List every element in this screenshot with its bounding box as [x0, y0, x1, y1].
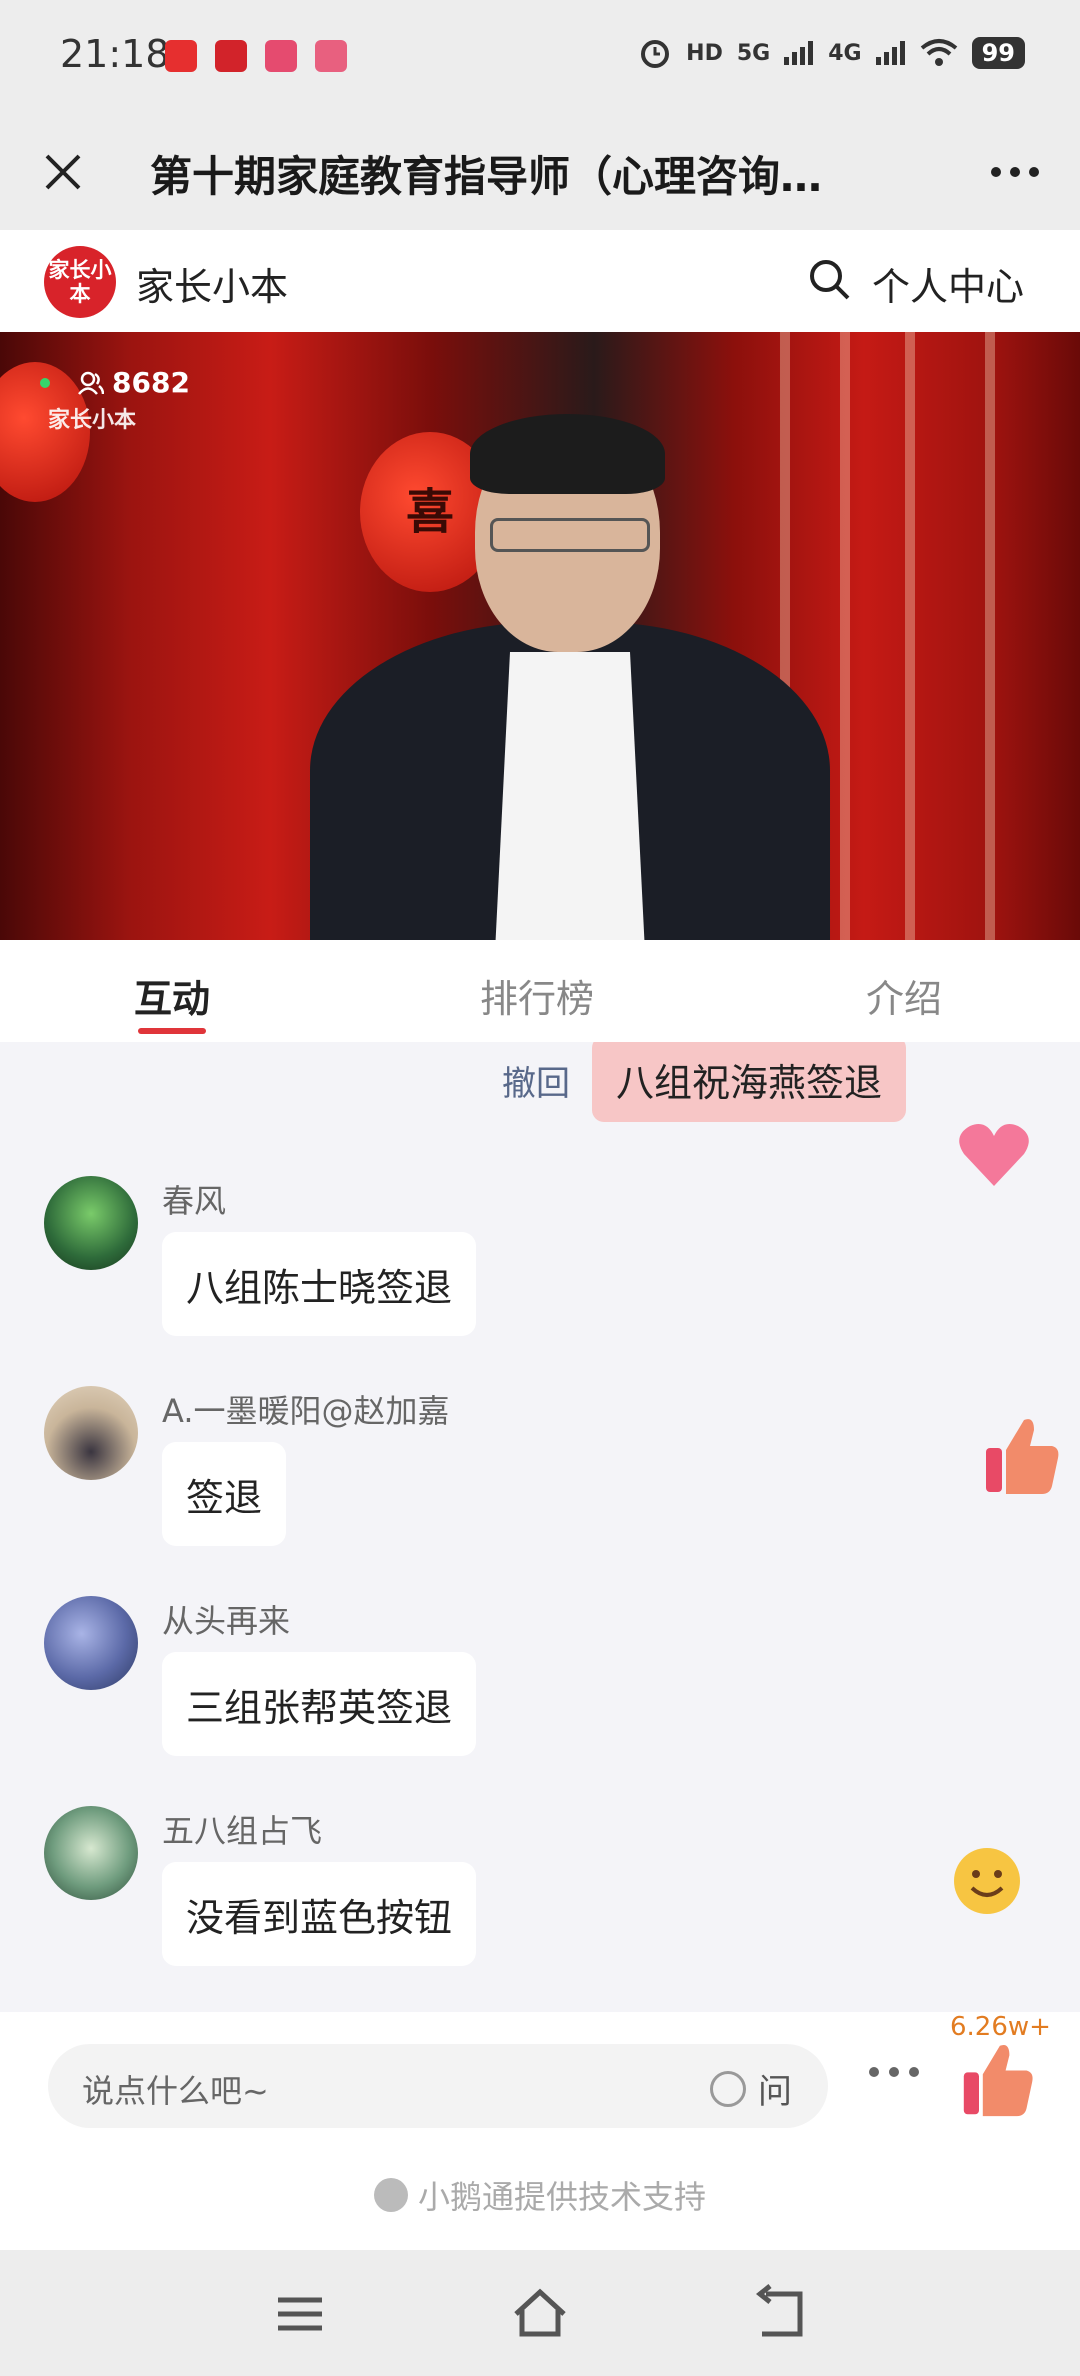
tab-introduction[interactable]: 介绍 [866, 968, 942, 1023]
app-header: 家长小本 家长小本 个人中心 [0, 230, 1080, 332]
viewer-count: 8682 [40, 366, 190, 399]
heart-icon [959, 1123, 1029, 1186]
ask-label: 问 [758, 2072, 792, 2112]
app-notification-icon [165, 40, 197, 72]
message-bubble: 没看到蓝色按钮 [162, 1862, 477, 1966]
radio-circle-icon [710, 2070, 746, 2107]
tab-ranking[interactable]: 排行榜 [480, 968, 594, 1023]
more-actions-icon[interactable] [866, 2062, 922, 2082]
comment-input[interactable]: 说点什么吧~ 问 [48, 2044, 828, 2128]
status-time: 21:18 [60, 32, 170, 76]
search-icon[interactable] [806, 256, 854, 304]
brand-logo[interactable]: 家长小本 [44, 246, 116, 318]
5g-indicator: 5G [736, 40, 771, 66]
avatar[interactable] [44, 1596, 138, 1690]
app-notification-icon [215, 40, 247, 72]
hd-indicator: HD [686, 40, 723, 66]
smile-emoji-icon [954, 1848, 1020, 1914]
like-count: 6.26w+ [950, 2012, 1051, 2042]
app-notification-icon [315, 40, 347, 72]
tech-support-note: 小鹅通提供技术支持 [0, 2172, 1080, 2218]
page-title: 第十期家庭教育指导师（心理咨询… [150, 152, 823, 201]
nickname: 春风 [162, 1182, 227, 1220]
close-icon [45, 154, 81, 190]
avatar[interactable] [44, 1176, 138, 1270]
presenter [310, 414, 830, 940]
alarm-icon [641, 40, 670, 68]
chat-message: A.一墨暖阳@赵加嘉 签退 [0, 1386, 1080, 1586]
chat-message: 从头再来 三组张帮英签退 [0, 1596, 1080, 1796]
chat-list[interactable]: 撤回 八组祝海燕签退 春风 八组陈士晓签退 A.一墨暖阳@赵加嘉 签退 从头再来… [0, 1042, 1080, 2012]
app-notification-icon [265, 40, 297, 72]
video-watermark: 家长小本 [48, 408, 137, 433]
viewers-icon [78, 371, 104, 395]
message-bubble: 签退 [162, 1442, 287, 1546]
thumbs-up-icon [986, 1419, 1059, 1494]
home-icon[interactable] [508, 2282, 572, 2346]
active-tab-indicator [138, 1028, 206, 1034]
chat-footer: 说点什么吧~ 问 6.26w+ 小鹅通提供技术支持 [0, 2012, 1080, 2250]
chat-message: 五八组占飞 没看到蓝色按钮 [0, 1806, 1080, 2006]
system-nav-bar [0, 2250, 1080, 2376]
live-dot [40, 377, 50, 388]
tab-interaction[interactable]: 互动 [134, 968, 210, 1023]
battery-indicator: 99 [971, 37, 1025, 69]
signal-icon [784, 41, 814, 65]
avatar[interactable] [44, 1806, 138, 1900]
avatar[interactable] [44, 1386, 138, 1480]
profile-link[interactable]: 个人中心 [872, 256, 1024, 311]
brand-name[interactable]: 家长小本 [136, 256, 288, 311]
like-button[interactable] [960, 2042, 1036, 2118]
own-message-bubble: 八组祝海燕签退 [592, 1042, 907, 1122]
more-dots-icon [991, 167, 1039, 177]
status-indicators: HD 5G 4G 99 [638, 36, 1025, 70]
chat-message: 春风 八组陈士晓签退 [0, 1176, 1080, 1376]
comment-input-placeholder: 说点什么吧~ [82, 2072, 269, 2110]
recall-button[interactable]: 撤回 [502, 1056, 570, 1105]
xiaoe-logo-icon [373, 2178, 408, 2212]
back-icon[interactable] [748, 2282, 812, 2346]
wifi-icon [920, 39, 957, 66]
message-bubble: 三组张帮英签退 [162, 1652, 477, 1756]
viewer-count-value: 8682 [112, 366, 190, 399]
tab-bar: 互动 排行榜 介绍 [0, 940, 1080, 1042]
status-bar: 21:18 HD 5G 4G 99 [0, 0, 1080, 115]
signal-icon [875, 41, 905, 65]
message-bubble: 八组陈士晓签退 [162, 1232, 477, 1336]
title-bar: 第十期家庭教育指导师（心理咨询… [0, 115, 1080, 230]
nickname: 从头再来 [162, 1602, 291, 1640]
ask-question-toggle[interactable]: 问 [710, 2064, 792, 2113]
close-button[interactable] [28, 137, 98, 207]
live-video[interactable]: 喜 8682 家长小本 [0, 332, 1080, 940]
more-options-button[interactable] [980, 137, 1050, 207]
status-app-icons [165, 40, 347, 72]
tech-support-text: 小鹅通提供技术支持 [417, 2178, 706, 2216]
nickname: 五八组占飞 [162, 1812, 323, 1850]
nickname: A.一墨暖阳@赵加嘉 [162, 1392, 450, 1430]
4g-indicator: 4G [828, 40, 862, 66]
menu-icon[interactable] [268, 2282, 332, 2346]
